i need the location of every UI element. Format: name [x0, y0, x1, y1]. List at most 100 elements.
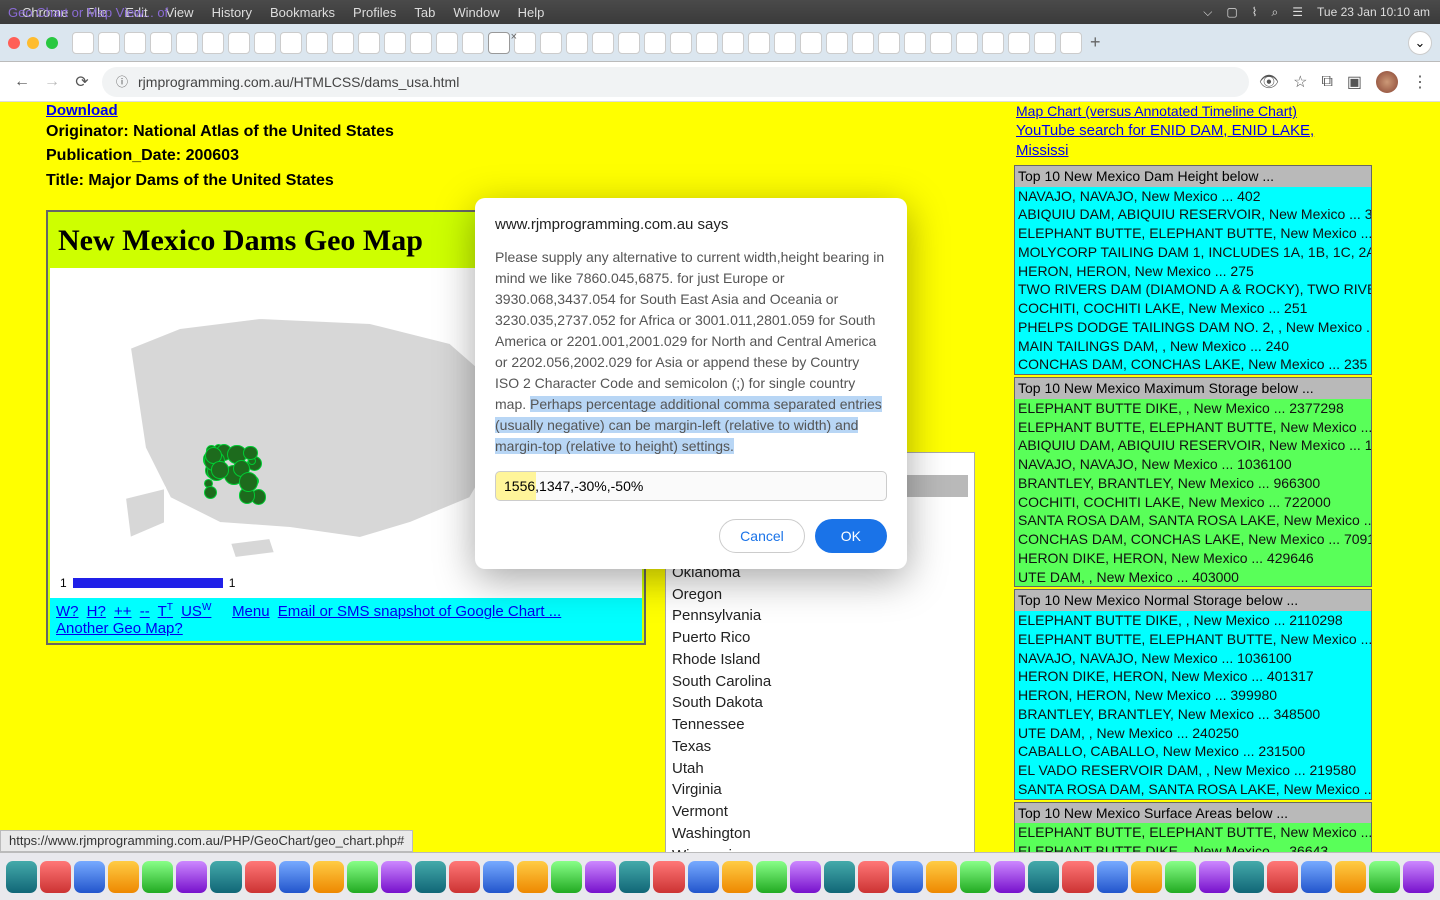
- bluetooth-icon[interactable]: ⌵: [1203, 5, 1212, 20]
- right-link-1[interactable]: Map Chart (versus Annotated Timeline Cha…: [1016, 102, 1370, 121]
- section-row[interactable]: NAVAJO, NAVAJO, New Mexico ... 1036100: [1015, 649, 1371, 668]
- extensions-icon[interactable]: ⧉: [1321, 73, 1332, 91]
- section-row[interactable]: NAVAJO, NAVAJO, New Mexico ... 1036100: [1015, 455, 1371, 474]
- clock[interactable]: Tue 23 Jan 10:10 am: [1317, 5, 1430, 19]
- tab-r12[interactable]: [826, 32, 848, 54]
- section-row[interactable]: SANTA ROSA DAM, SANTA ROSA LAKE, New Mex…: [1015, 780, 1371, 799]
- dock-app-15[interactable]: [517, 861, 548, 893]
- tab-r19[interactable]: [1008, 32, 1030, 54]
- tab-8[interactable]: [280, 32, 302, 54]
- dock-app-20[interactable]: [688, 861, 719, 893]
- tab-r18[interactable]: [982, 32, 1004, 54]
- profile-avatar[interactable]: [1376, 71, 1398, 93]
- tab-r3[interactable]: [592, 32, 614, 54]
- tab-1[interactable]: [98, 32, 120, 54]
- tab-r1[interactable]: [540, 32, 562, 54]
- tab-4[interactable]: [176, 32, 198, 54]
- ok-button[interactable]: OK: [815, 519, 887, 553]
- dock-app-18[interactable]: [619, 861, 650, 893]
- section-row[interactable]: ABIQUIU DAM, ABIQUIU RESERVOIR, New Mexi…: [1015, 436, 1371, 455]
- tab-3[interactable]: [150, 32, 172, 54]
- section-row[interactable]: CONCHAS DAM, CONCHAS LAKE, New Mexico ..…: [1015, 530, 1371, 549]
- state-item[interactable]: Washington: [672, 823, 968, 845]
- state-item[interactable]: Rhode Island: [672, 649, 968, 671]
- section-row[interactable]: MOLYCORP TAILING DAM 1, INCLUDES 1A, 1B,…: [1015, 243, 1371, 262]
- tab-r14[interactable]: [878, 32, 900, 54]
- dock-app-16[interactable]: [551, 861, 582, 893]
- section-row[interactable]: BRANTLEY, BRANTLEY, New Mexico ... 96630…: [1015, 474, 1371, 493]
- section-row[interactable]: ELEPHANT BUTTE, ELEPHANT BUTTE, New Mexi…: [1015, 418, 1371, 437]
- tab-11[interactable]: [358, 32, 380, 54]
- dock-app-40[interactable]: [1369, 861, 1400, 893]
- state-item[interactable]: Tennessee: [672, 714, 968, 736]
- dock-app-21[interactable]: [722, 861, 753, 893]
- tab-r8[interactable]: [722, 32, 744, 54]
- section-row[interactable]: CONCHAS DAM, CONCHAS LAKE, New Mexico ..…: [1015, 355, 1371, 374]
- dock-app-0[interactable]: [6, 861, 37, 893]
- section-row[interactable]: EL VADO RESERVOIR DAM, , New Mexico ... …: [1015, 761, 1371, 780]
- tab-r15[interactable]: [904, 32, 926, 54]
- window-minimize[interactable]: [27, 37, 39, 49]
- tool-h[interactable]: H?: [87, 603, 106, 620]
- tab-r5[interactable]: [644, 32, 666, 54]
- dock-app-37[interactable]: [1267, 861, 1298, 893]
- tab-r2[interactable]: [566, 32, 588, 54]
- panel-icon[interactable]: ▣: [1347, 72, 1362, 92]
- section-row[interactable]: UTE DAM, , New Mexico ... 240250: [1015, 724, 1371, 743]
- section-row[interactable]: UTE DAM, , New Mexico ... 403000: [1015, 568, 1371, 587]
- wifi-icon[interactable]: ⌇: [1252, 5, 1258, 19]
- dock-app-22[interactable]: [756, 861, 787, 893]
- state-item[interactable]: South Carolina: [672, 671, 968, 693]
- section-row[interactable]: SANTA ROSA DAM, SANTA ROSA LAKE, New Mex…: [1015, 511, 1371, 530]
- dock-app-38[interactable]: [1301, 861, 1332, 893]
- tab-r10[interactable]: [774, 32, 796, 54]
- site-info-icon[interactable]: ⓘ: [116, 73, 128, 90]
- tab-13[interactable]: [410, 32, 432, 54]
- tab-r9[interactable]: [748, 32, 770, 54]
- state-item[interactable]: Pennsylvania: [672, 605, 968, 627]
- new-tab-button[interactable]: +: [1090, 32, 1101, 53]
- section-row[interactable]: ELEPHANT BUTTE, ELEPHANT BUTTE, New Mexi…: [1015, 630, 1371, 649]
- state-item[interactable]: Utah: [672, 758, 968, 780]
- section-row[interactable]: HERON DIKE, HERON, New Mexico ... 429646: [1015, 549, 1371, 568]
- tab-r11[interactable]: [800, 32, 822, 54]
- state-item[interactable]: South Dakota: [672, 692, 968, 714]
- dock-app-14[interactable]: [483, 861, 514, 893]
- state-item[interactable]: Virginia: [672, 779, 968, 801]
- state-item[interactable]: Puerto Rico: [672, 627, 968, 649]
- address-bar[interactable]: ⓘ rjmprogramming.com.au/HTMLCSS/dams_usa…: [102, 67, 1249, 97]
- search-icon[interactable]: ⌕: [1272, 5, 1279, 20]
- tool-another[interactable]: Another Geo Map?: [56, 620, 183, 637]
- kebab-menu-icon[interactable]: ⋮: [1412, 72, 1428, 92]
- tab-r4[interactable]: [618, 32, 640, 54]
- dock-app-5[interactable]: [176, 861, 207, 893]
- forward-button[interactable]: →: [42, 73, 62, 91]
- tab-15[interactable]: [462, 32, 484, 54]
- section-row[interactable]: ELEPHANT BUTTE, ELEPHANT BUTTE, New Mexi…: [1015, 823, 1371, 842]
- dock-app-7[interactable]: [245, 861, 276, 893]
- section-row[interactable]: CABALLO, CABALLO, New Mexico ... 231500: [1015, 742, 1371, 761]
- tab-r6[interactable]: [670, 32, 692, 54]
- menu-view[interactable]: View: [166, 5, 194, 20]
- dock-app-31[interactable]: [1062, 861, 1093, 893]
- tool-email[interactable]: Email or SMS snapshot of Google Chart ..…: [278, 603, 561, 620]
- eye-off-icon[interactable]: 👁: [1259, 72, 1279, 92]
- tab-14[interactable]: [436, 32, 458, 54]
- section-row[interactable]: COCHITI, COCHITI LAKE, New Mexico ... 72…: [1015, 493, 1371, 512]
- download-link[interactable]: Download: [46, 102, 118, 119]
- control-center-icon[interactable]: ☰: [1292, 5, 1303, 19]
- dock-app-12[interactable]: [415, 861, 446, 893]
- section-row[interactable]: COCHITI, COCHITI LAKE, New Mexico ... 25…: [1015, 299, 1371, 318]
- menu-help[interactable]: Help: [518, 5, 545, 20]
- tab-5[interactable]: [202, 32, 224, 54]
- section-row[interactable]: TWO RIVERS DAM (DIAMOND A & ROCKY), TWO …: [1015, 280, 1371, 299]
- section-row[interactable]: PHELPS DODGE TAILINGS DAM NO. 2, , New M…: [1015, 318, 1371, 337]
- dock-app-32[interactable]: [1097, 861, 1128, 893]
- dock-app-26[interactable]: [892, 861, 923, 893]
- dock-app-1[interactable]: [40, 861, 71, 893]
- tab-r17[interactable]: [956, 32, 978, 54]
- tab-r0[interactable]: [514, 32, 536, 54]
- battery-icon[interactable]: ▢: [1226, 5, 1237, 19]
- section-row[interactable]: HERON, HERON, New Mexico ... 275: [1015, 262, 1371, 281]
- tool-t[interactable]: TT: [158, 603, 173, 620]
